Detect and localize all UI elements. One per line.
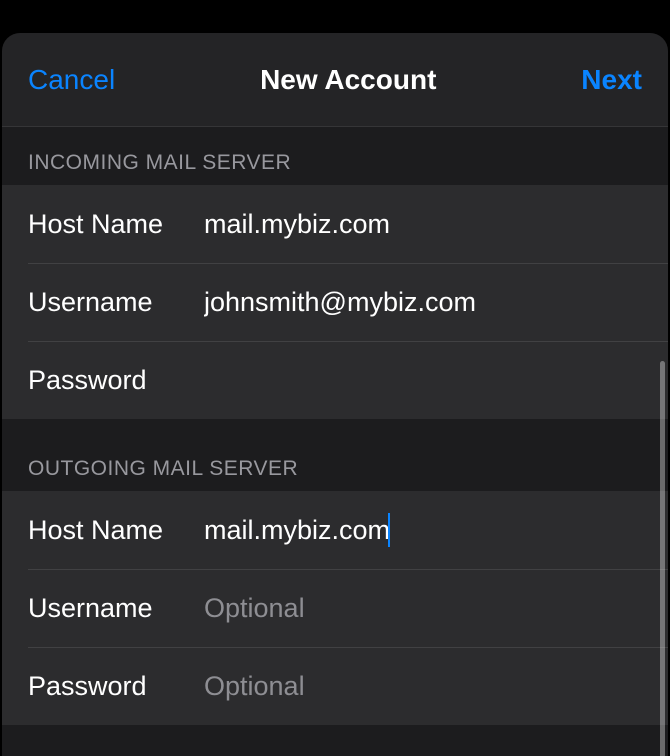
password-label: Password [28, 671, 204, 702]
outgoing-username-input[interactable] [204, 593, 642, 624]
outgoing-hostname-row[interactable]: Host Name mail.mybiz.com [2, 491, 668, 569]
outgoing-group: Host Name mail.mybiz.com Username Passwo… [2, 491, 668, 725]
new-account-sheet: Cancel New Account Next Incoming Mail Se… [2, 33, 668, 756]
incoming-password-input[interactable] [204, 365, 642, 396]
incoming-password-row[interactable]: Password [2, 341, 668, 419]
hostname-label: Host Name [28, 209, 204, 240]
incoming-username-row[interactable]: Username [2, 263, 668, 341]
page-title: New Account [260, 64, 436, 96]
incoming-group: Host Name Username Password [2, 185, 668, 419]
outgoing-password-row[interactable]: Password [2, 647, 668, 725]
next-button[interactable]: Next [581, 64, 642, 96]
hostname-label: Host Name [28, 515, 204, 546]
cancel-button[interactable]: Cancel [28, 64, 115, 96]
navigation-bar: Cancel New Account Next [2, 33, 668, 127]
outgoing-password-input[interactable] [204, 671, 642, 702]
outgoing-hostname-input[interactable]: mail.mybiz.com [204, 513, 642, 547]
scrollbar[interactable] [660, 361, 665, 756]
incoming-hostname-row[interactable]: Host Name [2, 185, 668, 263]
username-label: Username [28, 287, 204, 318]
outgoing-username-row[interactable]: Username [2, 569, 668, 647]
text-cursor [388, 513, 390, 547]
outgoing-section-header: Outgoing Mail Server [2, 419, 668, 491]
username-label: Username [28, 593, 204, 624]
password-label: Password [28, 365, 204, 396]
incoming-hostname-input[interactable] [204, 209, 642, 240]
incoming-section-header: Incoming Mail Server [2, 127, 668, 185]
incoming-username-input[interactable] [204, 287, 642, 318]
